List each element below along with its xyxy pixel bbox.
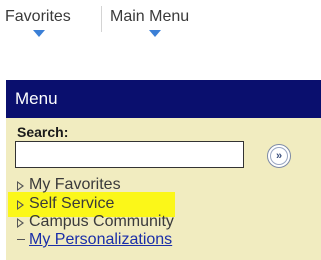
collapsed-triangle-icon	[17, 181, 24, 191]
page: Favorites Main Menu Menu Search: » My Fa…	[0, 0, 321, 260]
menu-item-label: My Favorites	[29, 176, 121, 193]
dash-icon	[17, 239, 25, 240]
search-go-button[interactable]: »	[267, 144, 291, 168]
collapsed-triangle-icon	[17, 218, 24, 228]
menu-header: Menu	[6, 80, 321, 118]
chevron-down-icon	[33, 30, 45, 37]
menu-item-label: Campus Community	[29, 213, 174, 230]
search-label: Search:	[17, 124, 69, 140]
chevron-down-icon	[149, 30, 161, 37]
collapsed-triangle-icon	[17, 200, 24, 210]
search-input[interactable]	[15, 141, 244, 168]
menu-item-label: Self Service	[29, 195, 115, 212]
tab-main-menu-label: Main Menu	[110, 8, 190, 25]
top-navigation-bar: Favorites Main Menu	[0, 0, 321, 38]
tab-divider	[101, 6, 102, 32]
menu-title: Menu	[15, 89, 58, 108]
tab-favorites-label: Favorites	[5, 8, 71, 25]
double-chevron-right-icon: »	[270, 147, 288, 165]
menu-item-link-label[interactable]: My Personalizations	[29, 231, 172, 249]
menu-panel: Menu Search: » My Favorites Self Service…	[6, 80, 321, 260]
tab-favorites[interactable]: Favorites	[5, 0, 95, 38]
tab-main-menu[interactable]: Main Menu	[110, 0, 220, 38]
